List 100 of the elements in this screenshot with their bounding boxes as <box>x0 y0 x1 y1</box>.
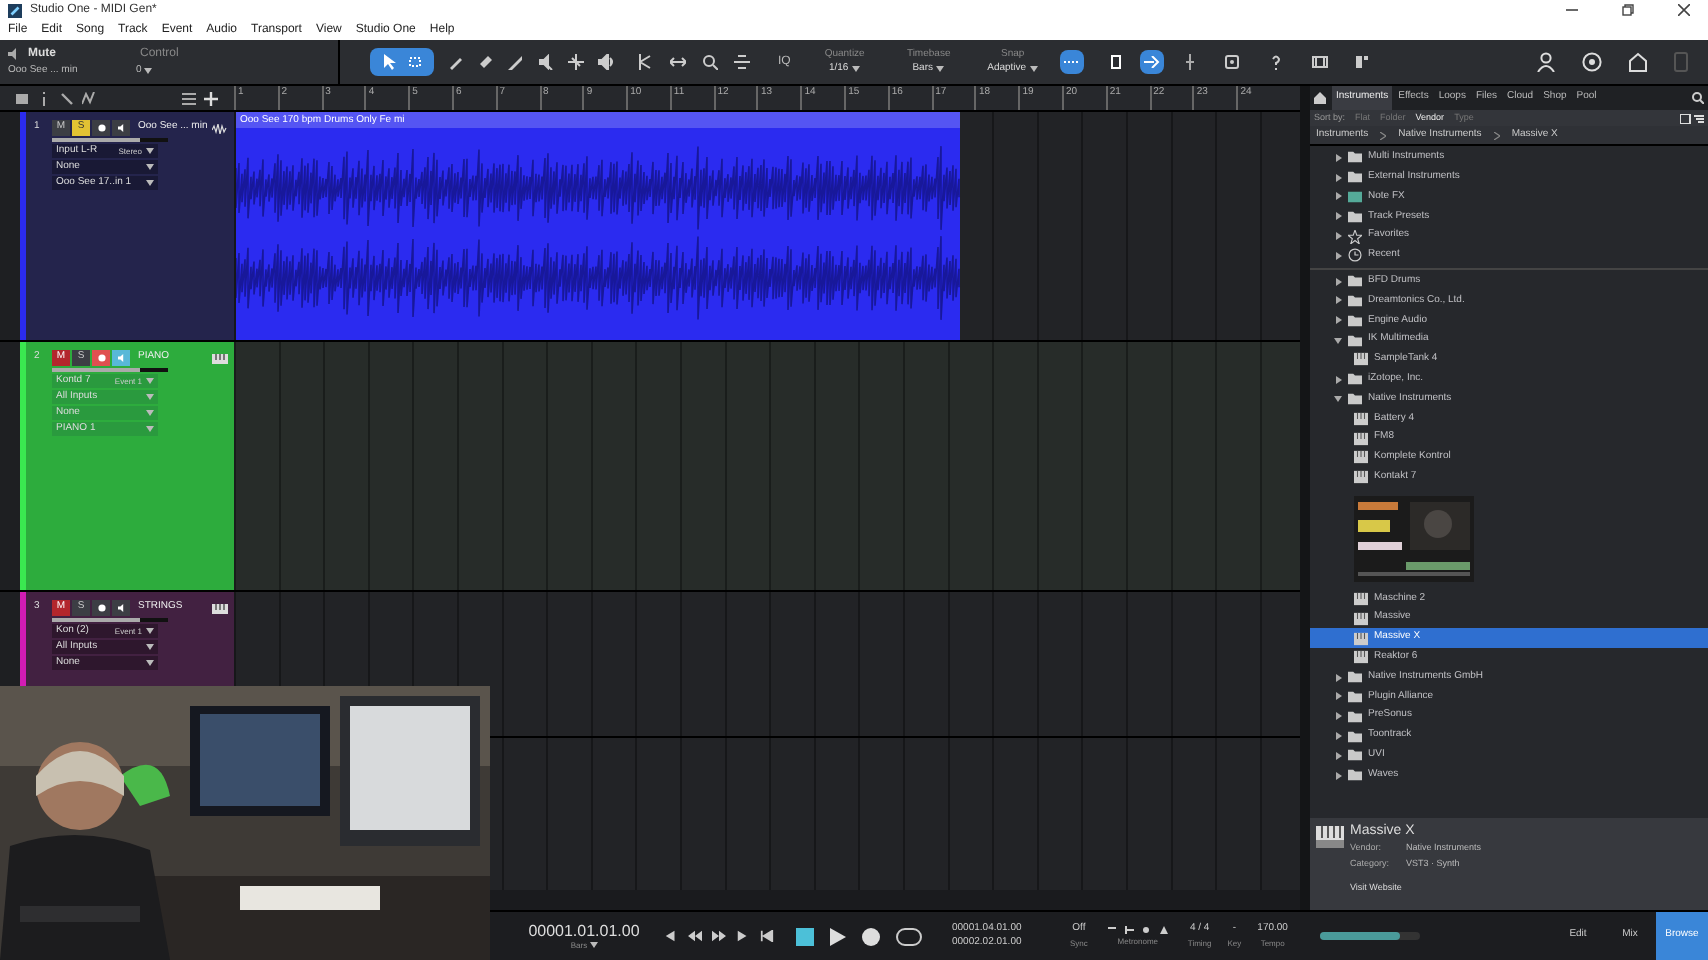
collapse-icon[interactable] <box>1334 336 1342 345</box>
restore-icon[interactable] <box>1622 4 1634 16</box>
user-icon[interactable] <box>1536 52 1556 72</box>
caret-icon <box>146 426 154 432</box>
scrollbar-track[interactable] <box>490 890 1300 910</box>
marker-icon[interactable] <box>638 54 654 70</box>
loop-icon[interactable] <box>896 927 922 945</box>
keyboard-icon <box>1354 411 1368 426</box>
record-button[interactable] <box>92 600 110 616</box>
star-icon <box>1348 229 1362 244</box>
chevron-icon <box>1493 131 1500 139</box>
expand-icon[interactable] <box>1334 375 1342 384</box>
caret-icon <box>143 68 152 74</box>
caret-icon <box>146 644 154 650</box>
expand-icon[interactable] <box>1334 153 1342 162</box>
app-logo-icon <box>8 3 22 17</box>
timing-button[interactable] <box>1060 50 1085 74</box>
caret-icon <box>936 66 945 73</box>
help-icon[interactable] <box>1268 54 1285 70</box>
arrow-cursor-icon[interactable] <box>382 54 396 70</box>
crosshair-icon[interactable] <box>1182 54 1199 70</box>
next-icon[interactable] <box>736 930 750 942</box>
range-tool-icon[interactable] <box>408 54 422 70</box>
keyboard-icon <box>1354 431 1368 446</box>
film-icon[interactable] <box>1312 54 1329 70</box>
follow-button[interactable] <box>1140 50 1165 74</box>
clock-icon <box>1348 248 1362 263</box>
search-icon[interactable] <box>1692 92 1704 104</box>
volume-slider[interactable] <box>1319 932 1420 940</box>
caret-icon <box>146 180 154 186</box>
record-icon[interactable] <box>862 927 880 945</box>
layout-icon[interactable] <box>1356 54 1373 70</box>
record-icon <box>97 124 105 132</box>
home-icon[interactable] <box>1314 92 1326 104</box>
expand-icon[interactable] <box>1334 673 1342 682</box>
play-icon[interactable] <box>830 927 846 945</box>
auto-scroll-icon[interactable] <box>734 54 750 70</box>
automation-icon[interactable] <box>82 91 96 105</box>
monitor-button[interactable] <box>112 120 130 136</box>
bend-tool-icon[interactable] <box>568 54 584 70</box>
caret-icon <box>146 378 154 384</box>
return-to-start-icon[interactable] <box>760 930 774 942</box>
scroll-lock-icon[interactable] <box>1110 54 1123 70</box>
wrench-icon[interactable] <box>60 91 74 105</box>
expand-icon[interactable] <box>1334 712 1342 721</box>
stop-icon[interactable] <box>796 927 814 945</box>
keyboard-icon <box>212 603 228 613</box>
waveform-icon <box>212 123 228 133</box>
pencil-icon[interactable] <box>448 54 464 70</box>
expand-icon[interactable] <box>1334 277 1342 286</box>
previous-icon[interactable] <box>664 930 678 942</box>
rewind-icon[interactable] <box>688 930 702 942</box>
view-options-icon[interactable] <box>1680 113 1704 123</box>
metronome-controls-icon[interactable] <box>1107 925 1168 935</box>
record-icon <box>97 354 105 362</box>
zoom-icon[interactable] <box>702 54 718 70</box>
keyboard-icon <box>1354 591 1368 606</box>
expand-icon[interactable] <box>1334 232 1342 241</box>
dice-icon[interactable] <box>1224 54 1241 70</box>
caret-icon <box>589 942 598 948</box>
minimize-icon[interactable] <box>1566 4 1578 16</box>
timing-icon <box>1064 56 1081 68</box>
keyboard-icon <box>1354 611 1368 626</box>
expand-icon[interactable] <box>1334 212 1342 221</box>
eraser-icon[interactable] <box>478 54 494 70</box>
caret-icon <box>146 628 154 634</box>
list-icon[interactable] <box>16 91 30 105</box>
caret-icon <box>146 410 154 416</box>
knife-icon[interactable] <box>508 54 524 70</box>
caret-icon <box>1030 66 1039 73</box>
expand-icon[interactable] <box>1334 316 1342 325</box>
folder-icon <box>1348 209 1362 224</box>
home-icon[interactable] <box>1628 52 1648 72</box>
keyboard-icon <box>1354 631 1368 646</box>
expand-icon[interactable] <box>1334 751 1342 760</box>
caret-icon <box>146 164 154 170</box>
lanes-icon[interactable] <box>182 91 196 105</box>
mute-tool-icon[interactable] <box>538 54 554 70</box>
add-track-icon[interactable] <box>204 91 218 105</box>
speaker-icon[interactable] <box>598 54 614 70</box>
expand-icon[interactable] <box>1334 173 1342 182</box>
expand-icon[interactable] <box>1334 732 1342 741</box>
expand-icon[interactable] <box>1334 192 1342 201</box>
expand-icon[interactable] <box>1334 251 1342 260</box>
speaker-icon <box>8 48 20 61</box>
fast-forward-icon[interactable] <box>712 930 726 942</box>
circle-logo-icon[interactable] <box>1582 52 1602 72</box>
monitor-button[interactable] <box>112 600 130 616</box>
expand-icon[interactable] <box>1334 692 1342 701</box>
record-button[interactable] <box>92 120 110 136</box>
expand-icon[interactable] <box>670 54 686 70</box>
keyboard-icon <box>1316 826 1344 848</box>
keyboard-icon <box>1354 650 1368 665</box>
expand-icon[interactable] <box>1334 771 1342 780</box>
keyboard-icon <box>1354 470 1368 485</box>
close-icon[interactable] <box>1678 4 1690 16</box>
record-icon <box>97 604 105 612</box>
collapse-icon[interactable] <box>1334 394 1342 403</box>
expand-icon[interactable] <box>1334 296 1342 305</box>
follow-icon <box>1144 56 1161 68</box>
